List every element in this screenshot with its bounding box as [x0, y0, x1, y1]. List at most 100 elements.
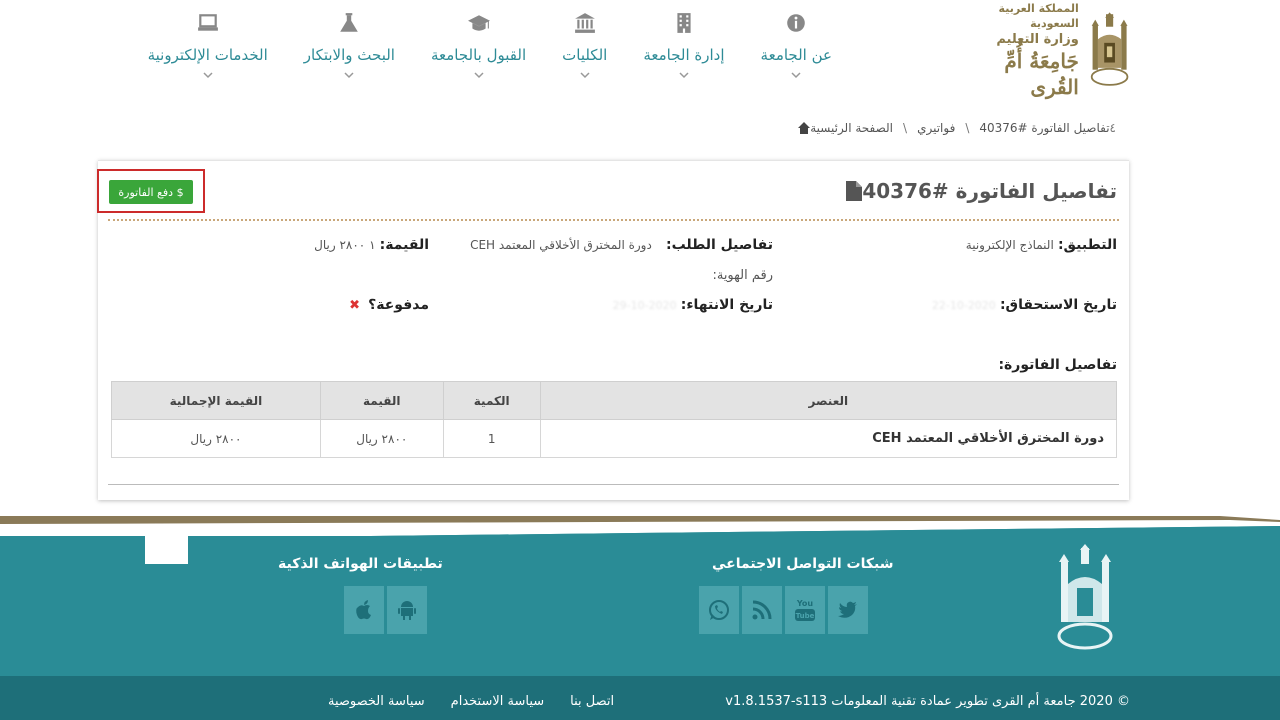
rss-icon [752, 600, 772, 620]
contact-us-link[interactable]: اتصل بنا [570, 694, 614, 709]
table-row: دورة المخترق الأخلاقي المعتمد CEH 1 ٢٨٠٠… [111, 419, 1118, 458]
item-total-cell: ٢٨٠٠ ريال [111, 419, 321, 458]
application-value: النماذج الإلكترونية [965, 238, 1054, 252]
svg-text:You: You [796, 599, 814, 608]
pay-invoice-button[interactable]: $ دفع الفاتورة [109, 180, 193, 204]
title-divider [108, 219, 1119, 221]
apple-icon [356, 600, 371, 620]
breadcrumb-home[interactable]: الصفحة الرئيسية [810, 121, 893, 135]
column-header: الكمية [442, 381, 541, 420]
youtube-button[interactable]: You Tube [785, 586, 825, 634]
chevron-down-icon [474, 72, 484, 79]
home-icon[interactable] [798, 122, 811, 134]
laptop-icon [197, 14, 218, 31]
item-qty-cell: 1 [442, 419, 541, 458]
chevron-down-icon [580, 72, 590, 79]
site-footer: شبكات التواصل الاجتماعي تطبيقات الهواتف … [0, 516, 1280, 720]
android-app-button[interactable] [387, 586, 427, 634]
end-date-field: تاريخ الانتهاء: 2020-10-29 [613, 297, 773, 313]
item-price-cell: ٢٨٠٠ ريال [319, 419, 444, 458]
mobile-apps-title: تطبيقات الهواتف الذكية [278, 556, 443, 572]
chevron-down-icon [203, 72, 213, 79]
nav-item-eservices[interactable]: الخدمات الإلكترونية [130, 8, 286, 98]
mobile-app-links [341, 586, 427, 634]
info-icon [787, 14, 806, 32]
breadcrumb-invoices[interactable]: فواتيري [917, 121, 955, 135]
invoice-details-title: تفاصيل الفاتورة: [998, 357, 1117, 373]
breadcrumb: الصفحة الرئيسية \ فواتيري \ تفاصيل الفات… [790, 121, 1130, 135]
privacy-policy-link[interactable]: سياسة الخصوصية [328, 694, 425, 709]
social-networks-title: شبكات التواصل الاجتماعي [712, 556, 894, 572]
logo-university: جَامِعَةُ أُمِّ القُرى [1004, 48, 1079, 99]
whatsapp-button[interactable] [699, 586, 739, 634]
twitter-button[interactable] [828, 586, 868, 634]
id-field: رقم الهوية: [712, 268, 773, 283]
building-icon [677, 13, 691, 33]
android-icon [398, 601, 416, 620]
paid-label: مدفوعة؟ [368, 297, 429, 313]
request-value: دورة المخترق الأخلاقي المعتمد CEH [470, 238, 652, 252]
university-logo[interactable]: المملكة العربية السعودية وزارة التعليم ج… [960, 2, 1130, 99]
whatsapp-icon [709, 600, 729, 620]
due-date-label: تاريخ الاستحقاق: [999, 297, 1117, 313]
end-date-label: تاريخ الانتهاء: [680, 297, 773, 313]
flask-icon [340, 13, 359, 32]
site-header: المملكة العربية السعودية وزارة التعليم ج… [0, 0, 1280, 110]
chevron-down-icon [791, 72, 801, 79]
due-date-value: 2020-10-22 [931, 299, 996, 312]
invoice-title: تفاصيل الفاتورة #40376 [838, 179, 1117, 203]
unpaid-x-icon: ✖ [349, 298, 360, 313]
copyright-text: © 2020 جامعة أم القرى تطوير عمادة تقنية … [725, 694, 1130, 709]
logo-country: المملكة العربية السعودية [998, 1, 1079, 30]
invoice-items-table: العنصر الكمية القيمة القيمة الإجمالية دو… [111, 381, 1118, 458]
footer-white-patch [145, 536, 188, 564]
id-label: رقم الهوية: [712, 268, 773, 283]
university-emblem-icon [1090, 12, 1129, 86]
amount-value: ١ ٢٨٠٠ ريال [314, 238, 376, 252]
nav-item-research[interactable]: البحث والابتكار [286, 8, 413, 98]
application-field: التطبيق: النماذج الإلكترونية [966, 237, 1117, 253]
item-name-cell: دورة المخترق الأخلاقي المعتمد CEH [539, 419, 1118, 458]
rss-button[interactable] [742, 586, 782, 634]
application-label: التطبيق: [1057, 237, 1117, 253]
chevron-down-icon [679, 72, 689, 79]
chevron-down-icon [344, 72, 354, 79]
end-date-value: 2020-10-29 [612, 299, 677, 312]
nav-item-about[interactable]: عن الجامعة [743, 8, 850, 98]
main-nav: عن الجامعة إدارة الجامعة الكليات القبول … [130, 8, 850, 98]
invoice-title-text: تفاصيل الفاتورة #40376 [862, 179, 1117, 203]
invoice-card: تفاصيل الفاتورة #40376 $ دفع الفاتورة ال… [97, 160, 1129, 500]
institution-icon [574, 13, 595, 33]
university-emblem-icon [1057, 544, 1113, 650]
column-header: القيمة الإجمالية [111, 381, 321, 420]
table-header-row: العنصر الكمية القيمة القيمة الإجمالية [111, 381, 1118, 420]
request-field: تفاصيل الطلب: دورة المخترق الأخلاقي المع… [470, 237, 773, 253]
nav-label: الخدمات الإلكترونية [147, 46, 268, 64]
card-bottom-divider [108, 484, 1119, 485]
file-icon [846, 181, 863, 201]
amount-label: القيمة: [379, 237, 429, 253]
logo-text: المملكة العربية السعودية وزارة التعليم ج… [960, 1, 1079, 100]
nav-item-colleges[interactable]: الكليات [544, 8, 625, 98]
footer-links: سياسة الخصوصية سياسة الاستخدام اتصل بنا [302, 694, 614, 709]
youtube-icon: You Tube [795, 599, 815, 621]
nav-label: البحث والابتكار [303, 46, 395, 64]
nav-label: إدارة الجامعة [643, 46, 725, 64]
nav-label: الكليات [562, 46, 608, 64]
nav-item-administration[interactable]: إدارة الجامعة [625, 8, 742, 98]
logo-ministry: وزارة التعليم [996, 31, 1079, 47]
column-header: العنصر [539, 381, 1118, 420]
nav-label: القبول بالجامعة [430, 46, 527, 64]
apple-app-button[interactable] [344, 586, 384, 634]
paid-field: مدفوعة؟ ✖ [349, 297, 429, 313]
twitter-icon [838, 601, 857, 618]
breadcrumb-separator: \ [903, 121, 908, 135]
breadcrumb-extra: ٤ [1109, 121, 1116, 135]
request-label: تفاصيل الطلب: [665, 237, 773, 253]
nav-item-admission[interactable]: القبول بالجامعة [413, 8, 544, 98]
graduation-cap-icon [467, 15, 490, 31]
breadcrumb-current: تفاصيل الفاتورة #40376 [979, 121, 1110, 135]
terms-of-use-link[interactable]: سياسة الاستخدام [451, 694, 545, 709]
social-links: You Tube [696, 586, 868, 634]
svg-text:Tube: Tube [796, 612, 815, 620]
